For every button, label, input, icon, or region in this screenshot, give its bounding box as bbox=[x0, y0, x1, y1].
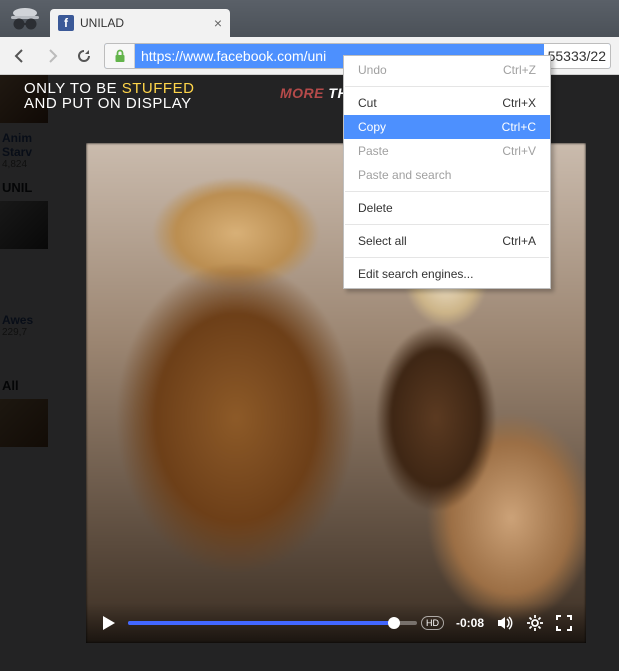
menu-label: Paste bbox=[358, 144, 502, 158]
menu-separator bbox=[345, 86, 549, 87]
menu-item-edit-search-engines[interactable]: Edit search engines... bbox=[344, 262, 550, 286]
video-progress-bar[interactable] bbox=[128, 621, 417, 625]
tab-close-icon[interactable]: × bbox=[214, 16, 222, 30]
menu-shortcut: Ctrl+Z bbox=[503, 63, 536, 77]
menu-item-select-all[interactable]: Select all Ctrl+A bbox=[344, 229, 550, 253]
menu-label: Edit search engines... bbox=[358, 267, 536, 281]
menu-item-paste-search[interactable]: Paste and search bbox=[344, 163, 550, 187]
overlay-caption-line: AND PUT ON DISPLAY bbox=[24, 95, 192, 112]
facebook-favicon-icon: f bbox=[58, 15, 74, 31]
menu-shortcut: Ctrl+X bbox=[502, 96, 536, 110]
context-menu: Undo Ctrl+Z Cut Ctrl+X Copy Ctrl+C Paste… bbox=[343, 55, 551, 289]
browser-tab[interactable]: f UNILAD × bbox=[50, 9, 230, 37]
menu-label: Cut bbox=[358, 96, 502, 110]
menu-item-undo[interactable]: Undo Ctrl+Z bbox=[344, 58, 550, 82]
menu-shortcut: Ctrl+A bbox=[502, 234, 536, 248]
reload-button[interactable] bbox=[72, 44, 96, 68]
lock-icon bbox=[105, 44, 135, 68]
menu-shortcut: Ctrl+C bbox=[502, 120, 536, 134]
menu-label: Undo bbox=[358, 63, 503, 77]
overlay-caption: ONLY TO BE STUFFED AND PUT ON DISPLAY bbox=[24, 81, 194, 111]
browser-tab-bar: f UNILAD × bbox=[0, 0, 619, 37]
tab-title: UNILAD bbox=[80, 16, 208, 30]
back-button[interactable] bbox=[8, 44, 32, 68]
menu-separator bbox=[345, 224, 549, 225]
menu-separator bbox=[345, 257, 549, 258]
menu-item-cut[interactable]: Cut Ctrl+X bbox=[344, 91, 550, 115]
progress-fill bbox=[128, 621, 394, 625]
menu-label: Delete bbox=[358, 201, 536, 215]
fullscreen-icon[interactable] bbox=[556, 615, 572, 631]
volume-icon[interactable] bbox=[496, 614, 514, 632]
menu-shortcut: Ctrl+V bbox=[502, 144, 536, 158]
time-remaining: -0:08 bbox=[456, 616, 484, 630]
menu-label: Copy bbox=[358, 120, 502, 134]
menu-item-copy[interactable]: Copy Ctrl+C bbox=[344, 115, 550, 139]
progress-knob[interactable] bbox=[388, 617, 400, 629]
menu-item-paste[interactable]: Paste Ctrl+V bbox=[344, 139, 550, 163]
incognito-icon bbox=[0, 0, 50, 37]
hd-badge[interactable]: HD bbox=[421, 616, 444, 630]
play-icon[interactable] bbox=[100, 615, 116, 631]
url-tail-text: 55333/22 bbox=[544, 44, 610, 68]
video-controls: HD -0:08 bbox=[86, 603, 586, 643]
settings-gear-icon[interactable] bbox=[526, 614, 544, 632]
menu-label: Select all bbox=[358, 234, 502, 248]
forward-button bbox=[40, 44, 64, 68]
menu-item-delete[interactable]: Delete bbox=[344, 196, 550, 220]
menu-label: Paste and search bbox=[358, 168, 536, 182]
overlay-word: MORE bbox=[280, 85, 324, 101]
menu-separator bbox=[345, 191, 549, 192]
